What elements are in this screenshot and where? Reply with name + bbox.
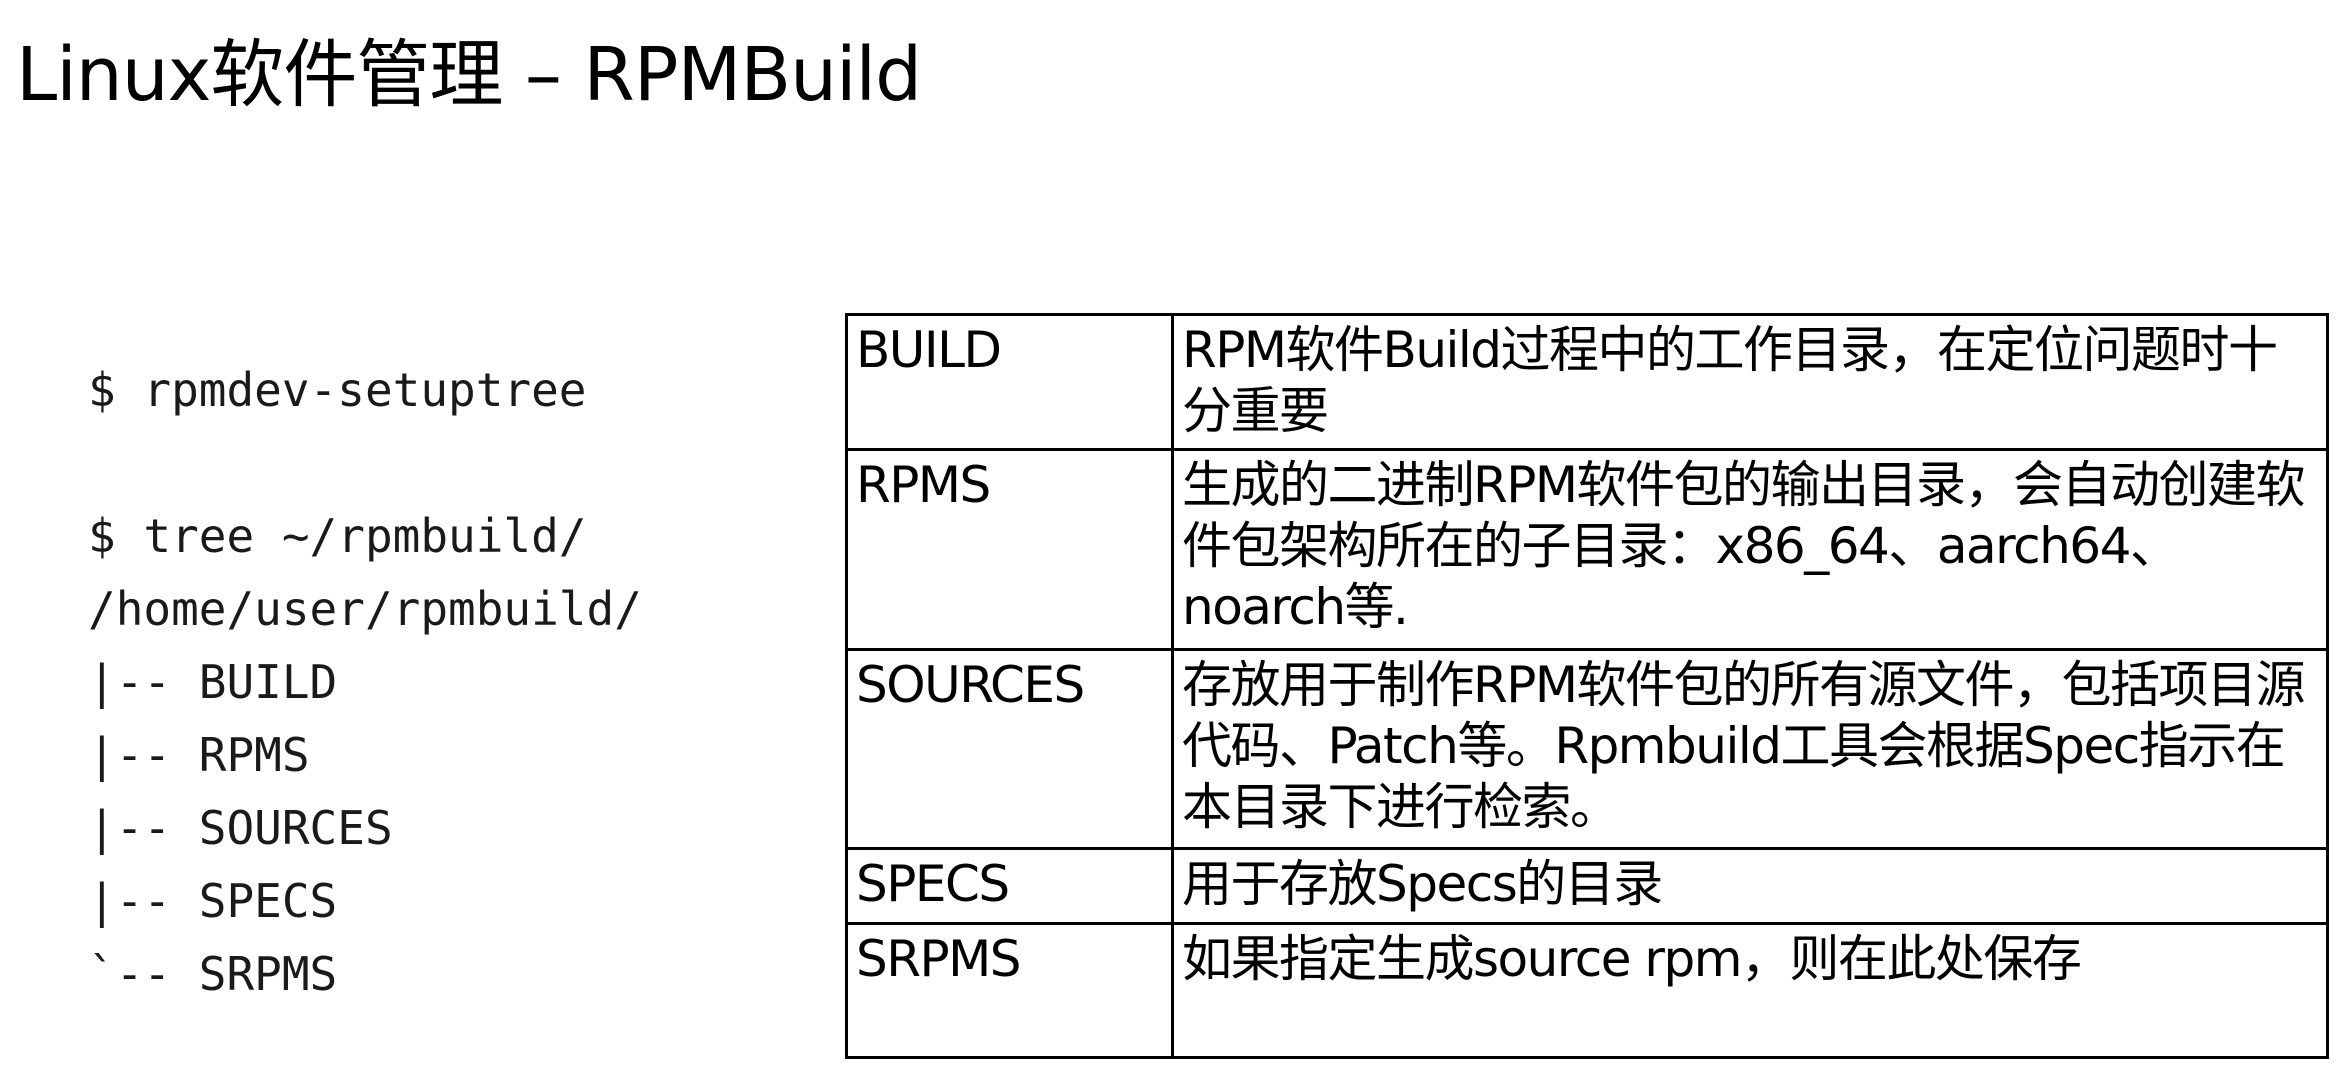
directory-description-table: BUILD RPM软件Build过程中的工作目录，在定位问题时十分重要 RPMS… (845, 313, 2329, 1059)
dir-description-cell: 如果指定生成source rpm，则在此处保存 (1171, 922, 2329, 1059)
dir-description-cell: 生成的二进制RPM软件包的输出目录，会自动创建软件包架构所在的子目录：x86_6… (1171, 448, 2329, 651)
dir-description-cell: 存放用于制作RPM软件包的所有源文件，包括项目源代码、Patch等。Rpmbui… (1171, 648, 2329, 850)
dir-description-cell: RPM软件Build过程中的工作目录，在定位问题时十分重要 (1171, 313, 2329, 451)
code-line-tree-command: $ tree ~/rpmbuild/ (88, 509, 587, 563)
slide: Linux软件管理 – RPMBuild $ rpmdev-setuptree … (0, 0, 2350, 1067)
code-line-setup-command: $ rpmdev-setuptree (88, 363, 587, 417)
table-row-rpms: RPMS 生成的二进制RPM软件包的输出目录，会自动创建软件包架构所在的子目录：… (845, 448, 2329, 651)
dir-name-cell: SOURCES (845, 648, 1174, 850)
table-row-srpms: SRPMS 如果指定生成source rpm，则在此处保存 (845, 922, 2329, 1059)
code-line-sources-dir: |-- SOURCES (88, 801, 393, 855)
code-line-specs-dir: |-- SPECS (88, 874, 338, 928)
code-line-srpms-dir: `-- SRPMS (88, 947, 338, 1001)
code-line-root-path: /home/user/rpmbuild/ (88, 582, 642, 636)
slide-title: Linux软件管理 – RPMBuild (16, 32, 922, 118)
dir-name-cell: SRPMS (845, 922, 1174, 1059)
table-row-build: BUILD RPM软件Build过程中的工作目录，在定位问题时十分重要 (845, 313, 2329, 451)
dir-name-cell: RPMS (845, 448, 1174, 651)
dir-name-cell: BUILD (845, 313, 1174, 451)
table-row-specs: SPECS 用于存放Specs的目录 (845, 847, 2329, 925)
code-line-build-dir: |-- BUILD (88, 655, 338, 709)
code-line-rpms-dir: |-- RPMS (88, 728, 310, 782)
table-row-sources: SOURCES 存放用于制作RPM软件包的所有源文件，包括项目源代码、Patch… (845, 648, 2329, 850)
dir-description-cell: 用于存放Specs的目录 (1171, 847, 2329, 925)
terminal-code-block: $ rpmdev-setuptree $ tree ~/rpmbuild/ /h… (88, 354, 642, 1011)
dir-name-cell: SPECS (845, 847, 1174, 925)
